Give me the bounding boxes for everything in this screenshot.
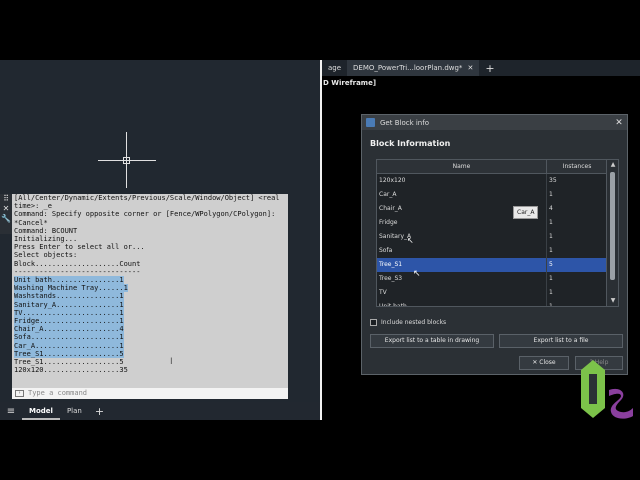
- top-letterbox: [0, 0, 640, 60]
- text-cursor-icon: I: [170, 357, 173, 367]
- dialog-title: Get Block info: [380, 118, 429, 127]
- command-history-line-highlighted: Sanitary_A...............1: [14, 300, 124, 309]
- command-input[interactable]: › Type a command: [12, 388, 288, 399]
- command-history-line: Select objects:: [14, 251, 78, 260]
- cell-instances: 4: [549, 205, 553, 212]
- checkbox-box[interactable]: [370, 319, 377, 326]
- scroll-down-icon[interactable]: ▼: [607, 296, 618, 306]
- section-title: Block Information: [370, 139, 451, 148]
- document-tab-bar: age DEMO_PowerTri...loorPlan.dwg* ✕ +: [322, 60, 640, 76]
- scroll-up-icon[interactable]: ▲: [607, 160, 618, 170]
- column-header-instances[interactable]: Instances: [547, 160, 607, 173]
- command-prompt-icon: ›: [15, 390, 24, 397]
- dialog-close-icon[interactable]: ✕: [611, 118, 627, 128]
- tab-plan[interactable]: Plan: [60, 402, 89, 420]
- ds-logo: [581, 360, 633, 419]
- cell-name: Tree_S1: [377, 258, 547, 272]
- table-row[interactable]: Fridge 1: [377, 216, 618, 230]
- cell-instances: 1: [549, 303, 553, 307]
- command-panel-toolbar: ⠿ ✕ 🔧: [0, 194, 12, 234]
- block-tooltip: Car_A: [513, 206, 539, 219]
- table-row[interactable]: Chair_A 4: [377, 202, 618, 216]
- command-history: [All/Center/Dynamic/Extents/Previous/Sca…: [12, 194, 288, 388]
- command-history-line: Block....................Count: [14, 259, 141, 268]
- crosshair-pickbox: [123, 157, 130, 164]
- bottom-letterbox: [0, 420, 640, 480]
- command-history-line: Press Enter to select all or...: [14, 243, 145, 252]
- command-history-line: Tree_S1..................5: [14, 358, 124, 367]
- tab-model[interactable]: Model: [22, 402, 60, 420]
- mouse-pointer-icon: ↖: [407, 236, 414, 245]
- column-header-name[interactable]: Name: [377, 160, 547, 173]
- command-history-line: time>: _e: [14, 202, 52, 211]
- cell-name: Tree_S3: [377, 272, 547, 286]
- include-nested-checkbox[interactable]: Include nested blocks: [370, 319, 446, 326]
- doc-tab-demo[interactable]: DEMO_PowerTri...loorPlan.dwg* ✕: [347, 60, 480, 76]
- cell-name: Car_A: [377, 188, 547, 202]
- cell-name: TV: [377, 286, 547, 300]
- table-row[interactable]: TV 1: [377, 286, 618, 300]
- wrench-icon[interactable]: 🔧: [0, 214, 12, 224]
- cell-instances: 1: [549, 219, 553, 226]
- command-history-line: Initializing...: [14, 235, 78, 244]
- app-icon: [366, 118, 375, 127]
- command-history-line: *Cancel*: [14, 218, 48, 227]
- cell-instances: 5: [549, 261, 553, 268]
- add-layout-icon[interactable]: +: [89, 405, 110, 418]
- command-history-line-highlighted: Car_A....................1: [14, 341, 124, 350]
- table-row[interactable]: 120x120 35: [377, 174, 618, 188]
- export-table-button[interactable]: Export list to a table in drawing: [370, 334, 494, 348]
- table-row[interactable]: Sofa 1: [377, 244, 618, 258]
- command-history-line-highlighted: Washstands...............1: [14, 292, 124, 301]
- layout-tab-bar: ≡ Model Plan +: [0, 402, 320, 420]
- close-button[interactable]: ✕ Close: [519, 356, 569, 370]
- dialog-titlebar[interactable]: Get Block info ✕: [362, 115, 627, 130]
- scroll-thumb[interactable]: [610, 172, 615, 280]
- cell-instances: 35: [549, 177, 557, 184]
- close-icon[interactable]: ✕: [0, 204, 12, 214]
- new-document-icon[interactable]: +: [479, 62, 500, 75]
- hamburger-menu-icon[interactable]: ≡: [0, 406, 22, 417]
- command-history-line-highlighted: Sofa.....................1: [14, 333, 124, 342]
- include-nested-label: Include nested blocks: [381, 319, 447, 326]
- command-history-line: Command: BCOUNT: [14, 226, 78, 235]
- grip-icon[interactable]: ⠿: [0, 194, 12, 204]
- cell-instances: 1: [549, 275, 553, 282]
- close-icon[interactable]: ✕: [467, 64, 473, 72]
- logo-d-inner: [589, 374, 597, 404]
- table-header: Name Instances: [377, 160, 618, 174]
- doc-tab-demo-label: DEMO_PowerTri...loorPlan.dwg*: [353, 64, 463, 72]
- table-scrollbar[interactable]: ▲ ▼: [606, 160, 618, 306]
- cell-name: Sofa: [377, 244, 547, 258]
- logo-s-shape: [609, 388, 633, 419]
- cell-instances: 1: [549, 289, 553, 296]
- mouse-pointer-icon: ↖: [413, 269, 421, 279]
- command-placeholder: Type a command: [28, 389, 88, 397]
- command-history-line-highlighted: Tree_S1..................5: [14, 349, 124, 359]
- cell-name: 120x120: [377, 174, 547, 188]
- table-row[interactable]: Unit bath 1: [377, 300, 618, 307]
- cell-instances: 1: [549, 233, 553, 240]
- cell-instances: 1: [549, 247, 553, 254]
- command-history-line-highlighted: Unit bath................1: [14, 276, 124, 285]
- close-label: Close: [539, 359, 556, 366]
- cell-instances: 1: [549, 191, 553, 198]
- command-history-line-highlighted: TV.......................1: [14, 308, 124, 318]
- block-table: Name Instances 120x120 35 Car_A 1 Chair_A 4 Fr…: [376, 159, 619, 307]
- command-history-line-highlighted: Chair_A..................4: [14, 325, 124, 334]
- table-row[interactable]: Car_A 1: [377, 188, 618, 202]
- command-history-line: 120x120..................35: [14, 366, 128, 375]
- export-file-button[interactable]: Export list to a file: [499, 334, 623, 348]
- cell-name: Unit bath: [377, 300, 547, 306]
- doc-tab-start[interactable]: age: [322, 60, 347, 76]
- get-block-info-dialog: Get Block info ✕ Block Information Name …: [361, 114, 628, 375]
- cell-name: Sanitary_A: [377, 230, 547, 244]
- command-history-line: Command: Specify opposite corner or [Fen…: [14, 210, 276, 219]
- viewport-visual-style-label[interactable]: D Wireframe]: [323, 79, 376, 87]
- command-history-line: ------------------------------: [14, 267, 141, 276]
- command-history-line-highlighted: Fridge...................1: [14, 317, 124, 326]
- command-history-line: [All/Center/Dynamic/Extents/Previous/Sca…: [14, 194, 280, 202]
- command-history-line-highlighted: Washing Machine Tray......1: [14, 284, 128, 293]
